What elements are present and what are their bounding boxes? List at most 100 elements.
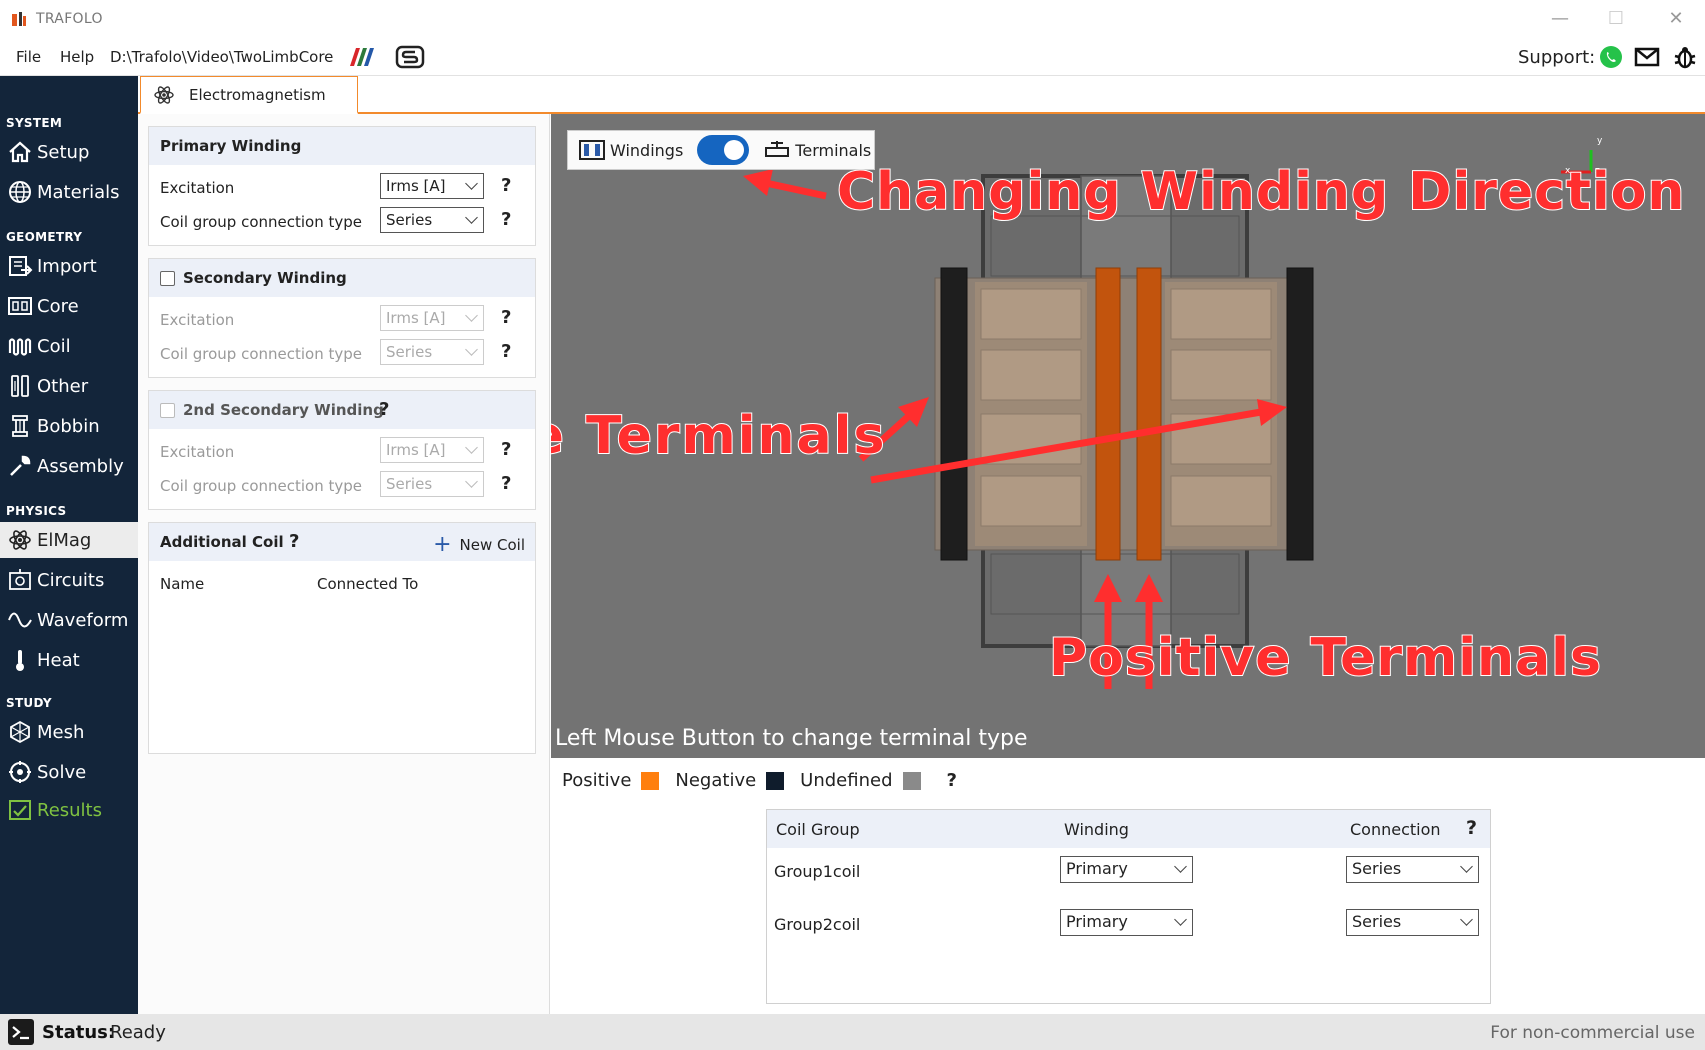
secondary-winding-header: Secondary Winding bbox=[149, 259, 535, 297]
sidebar-item-heat[interactable]: Heat bbox=[0, 642, 138, 678]
circuit-icon bbox=[9, 569, 31, 590]
import-icon bbox=[9, 256, 33, 276]
close-button[interactable]: ✕ bbox=[1654, 6, 1698, 32]
menu-file[interactable]: File bbox=[16, 48, 41, 66]
secondary2-connection-label: Coil group connection type bbox=[160, 477, 363, 495]
chevron-down-icon bbox=[465, 309, 478, 322]
row1-connection-select[interactable]: Series bbox=[1346, 856, 1479, 883]
additional-coil-group: Additional Coil ? + New Coil Name Connec… bbox=[148, 522, 536, 754]
sidebar-item-label: Coil bbox=[37, 335, 71, 357]
3d-viewport[interactable]: y x z Windings Terminals Changing Windin… bbox=[551, 114, 1705, 758]
primary-excitation-select[interactable]: Irms [A] bbox=[380, 173, 484, 199]
switch-knob bbox=[724, 140, 745, 160]
secondary-excitation-select[interactable]: Irms [A] bbox=[380, 305, 484, 331]
secondary2-excitation-help[interactable]: ? bbox=[501, 439, 511, 460]
core-icon bbox=[8, 297, 32, 315]
sidebar-item-bobbin[interactable]: Bobbin bbox=[0, 408, 138, 444]
sidebar-item-waveform[interactable]: Waveform bbox=[0, 602, 138, 638]
secondary2-help[interactable]: ? bbox=[379, 399, 389, 420]
title-bar: TRAFOLO — ☐ ✕ bbox=[0, 0, 1705, 38]
legend-negative-swatch bbox=[766, 771, 785, 790]
header-help[interactable]: ? bbox=[1466, 817, 1477, 839]
additional-coil-title: Additional Coil bbox=[160, 533, 284, 551]
secondary2-winding-checkbox[interactable] bbox=[160, 402, 175, 418]
terminals-icon bbox=[765, 141, 790, 157]
chevron-down-icon bbox=[465, 177, 478, 190]
select-value: Series bbox=[1352, 859, 1402, 878]
sidebar-item-mesh[interactable]: Mesh bbox=[0, 714, 138, 750]
header-coil-group: Coil Group bbox=[776, 820, 860, 839]
terminal-legend: Positive Negative Undefined ? bbox=[562, 770, 957, 791]
col-connected-header: Connected To bbox=[317, 575, 419, 593]
script-icon[interactable] bbox=[394, 44, 426, 70]
winding-terminal-switch[interactable] bbox=[697, 135, 750, 165]
chevron-down-icon bbox=[1174, 913, 1187, 926]
windings-icon bbox=[579, 140, 605, 160]
support-label: Support: bbox=[1518, 47, 1596, 68]
sidebar-item-setup[interactable]: Setup bbox=[0, 134, 138, 170]
winding-terminal-toggle-bar: Windings Terminals bbox=[567, 130, 875, 170]
other-icon bbox=[11, 375, 29, 397]
sidebar-item-elmag[interactable]: ElMag bbox=[0, 522, 138, 558]
secondary-connection-help[interactable]: ? bbox=[501, 341, 511, 362]
sidebar-item-import[interactable]: Import bbox=[0, 248, 138, 284]
secondary2-excitation-label: Excitation bbox=[160, 443, 235, 461]
bug-icon[interactable] bbox=[1672, 44, 1698, 70]
row2-connection-select[interactable]: Series bbox=[1346, 909, 1479, 936]
sidebar-item-label: Bobbin bbox=[37, 415, 100, 437]
primary-connection-help[interactable]: ? bbox=[501, 209, 511, 230]
legend-undefined-label: Undefined bbox=[800, 770, 893, 791]
minimize-button[interactable]: — bbox=[1538, 6, 1582, 32]
sidebar-item-other[interactable]: Other bbox=[0, 368, 138, 404]
project-path: D:\Trafolo\Video\TwoLimbCore bbox=[110, 48, 334, 66]
sidebar-item-materials[interactable]: Materials bbox=[0, 174, 138, 210]
sidebar-item-assembly[interactable]: Assembly bbox=[0, 448, 138, 484]
sidebar-item-results[interactable]: Results bbox=[0, 792, 138, 828]
row2-winding-select[interactable]: Primary bbox=[1060, 909, 1193, 936]
chevron-down-icon bbox=[465, 441, 478, 454]
secondary-connection-select[interactable]: Series bbox=[380, 339, 484, 365]
sidebar-item-solve[interactable]: Solve bbox=[0, 754, 138, 790]
select-value: Irms [A] bbox=[386, 441, 446, 459]
windings-label: Windings bbox=[610, 140, 684, 160]
sidebar-item-core[interactable]: Core bbox=[0, 288, 138, 324]
select-value: Series bbox=[386, 211, 433, 229]
annotation-positive-terminals: Positive Terminals bbox=[1048, 627, 1602, 689]
mesh-icon bbox=[10, 720, 30, 744]
sidebar-item-label: Mesh bbox=[37, 721, 85, 743]
secondary2-connection-select[interactable]: Series bbox=[380, 471, 484, 497]
sidebar-item-label: Waveform bbox=[37, 609, 129, 631]
secondary-excitation-help[interactable]: ? bbox=[501, 307, 511, 328]
secondary-winding-checkbox[interactable] bbox=[160, 270, 175, 286]
section-geometry: GEOMETRY bbox=[6, 230, 83, 244]
tab-electromagnetism[interactable]: Electromagnetism bbox=[140, 76, 358, 114]
legend-help[interactable]: ? bbox=[947, 770, 957, 791]
bobbin-icon bbox=[12, 415, 28, 437]
chevron-down-icon bbox=[1460, 913, 1473, 926]
paraview-icon[interactable] bbox=[346, 44, 378, 70]
atom-icon bbox=[154, 85, 174, 104]
new-coil-button[interactable]: + New Coil bbox=[433, 532, 525, 557]
maximize-button[interactable]: ☐ bbox=[1594, 6, 1638, 32]
primary-connection-select[interactable]: Series bbox=[380, 207, 484, 233]
mail-icon[interactable] bbox=[1634, 44, 1660, 70]
additional-coil-header: Additional Coil ? + New Coil bbox=[149, 523, 535, 561]
whatsapp-icon[interactable] bbox=[1598, 44, 1624, 70]
waveform-icon bbox=[8, 612, 32, 628]
secondary2-excitation-select[interactable]: Irms [A] bbox=[380, 437, 484, 463]
select-value: Series bbox=[386, 475, 433, 493]
coil-group-table: Coil Group Winding Connection ? Group1co… bbox=[766, 809, 1491, 1004]
terminal-icon[interactable] bbox=[8, 1019, 34, 1045]
menu-help[interactable]: Help bbox=[60, 48, 94, 66]
chevron-down-icon bbox=[1460, 860, 1473, 873]
additional-coil-help[interactable]: ? bbox=[289, 531, 299, 552]
secondary2-connection-help[interactable]: ? bbox=[501, 473, 511, 494]
sidebar-item-label: Solve bbox=[37, 761, 87, 783]
coil-group-table-header: Coil Group Winding Connection ? bbox=[767, 810, 1490, 848]
chevron-down-icon bbox=[465, 211, 478, 224]
sidebar-item-label: ElMag bbox=[37, 529, 92, 551]
primary-excitation-help[interactable]: ? bbox=[501, 175, 511, 196]
sidebar-item-coil[interactable]: Coil bbox=[0, 328, 138, 364]
row1-winding-select[interactable]: Primary bbox=[1060, 856, 1193, 883]
sidebar-item-circuits[interactable]: Circuits bbox=[0, 562, 138, 598]
